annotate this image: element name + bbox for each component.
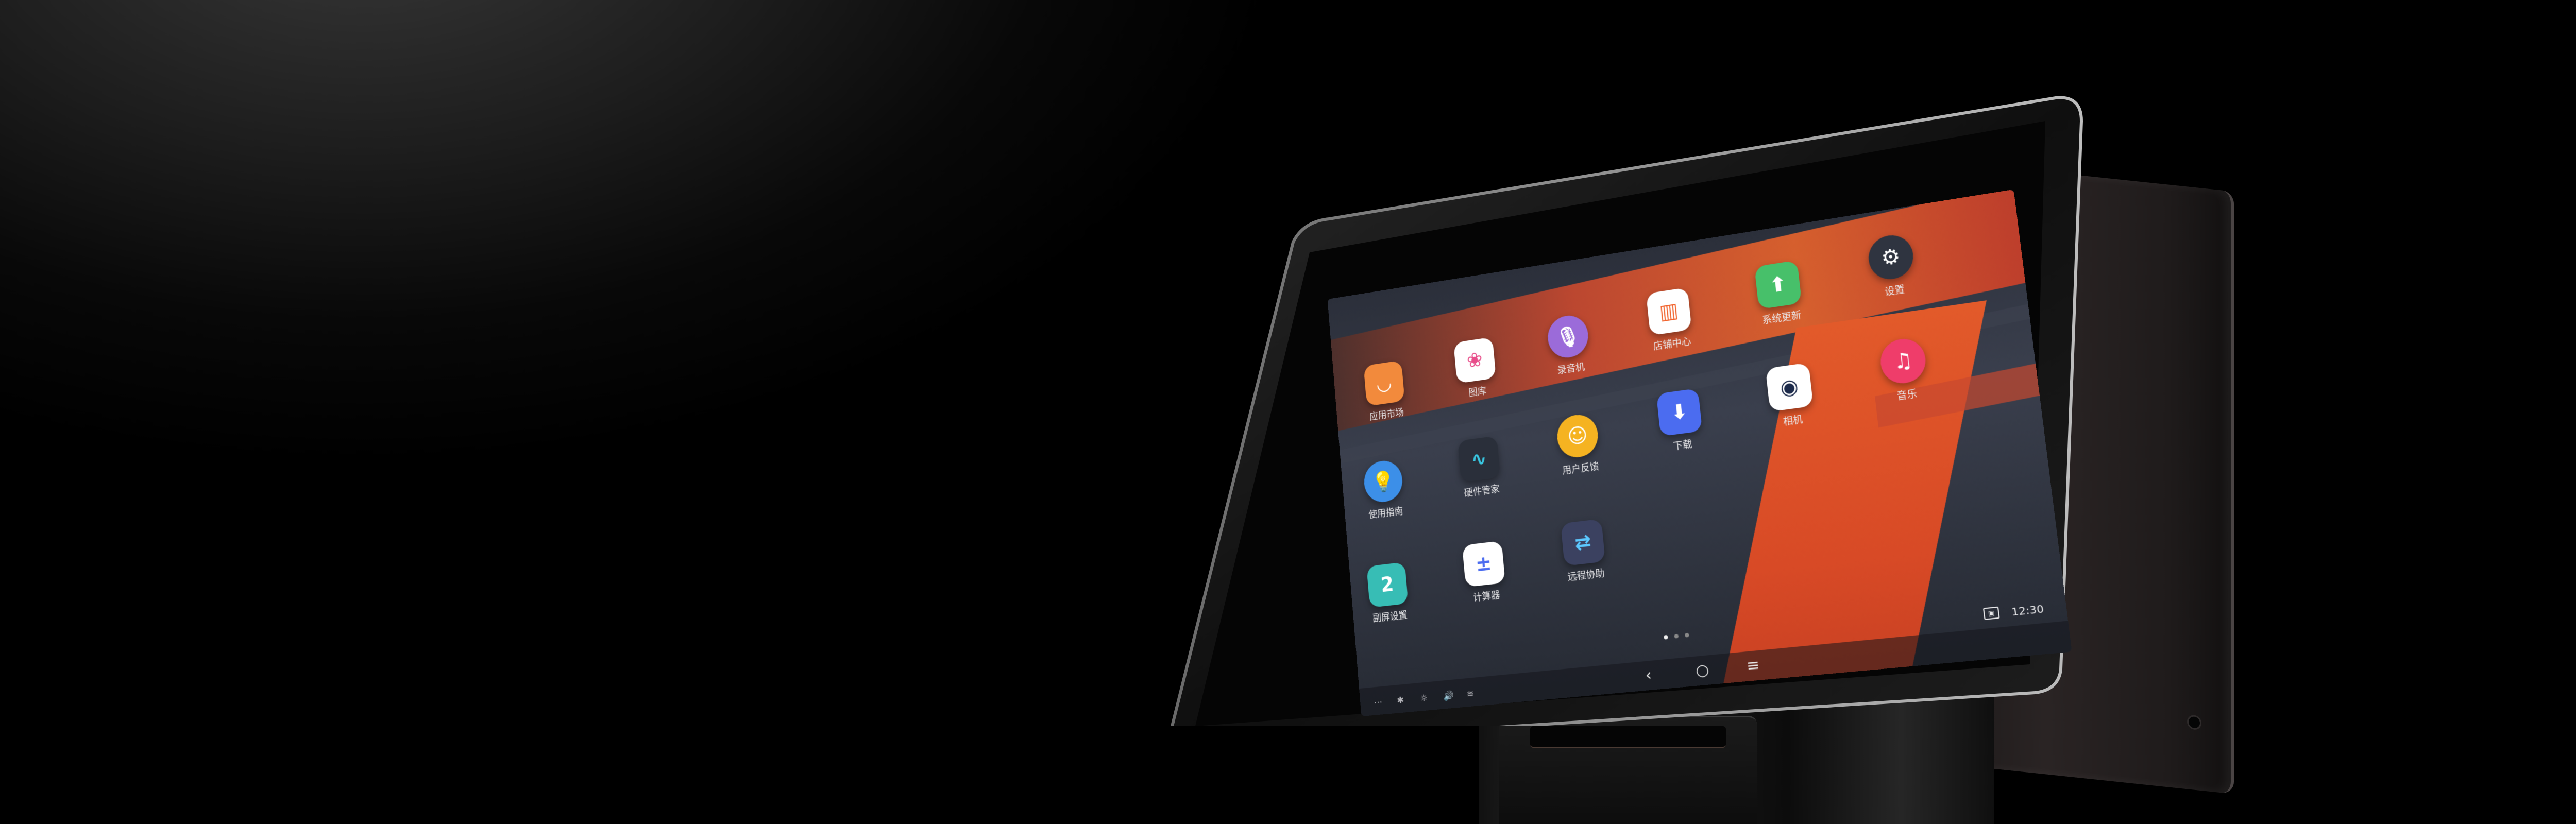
app-label: 使用指南 [1368, 505, 1404, 521]
app-app-store[interactable]: ◡ 应用市场 [1355, 359, 1414, 424]
home-button[interactable]: ○ [1694, 661, 1710, 681]
clock: 12:30 [2010, 602, 2045, 619]
app-music[interactable]: ♫ 音乐 [1869, 335, 1940, 406]
more-icon[interactable]: ⋯ [1374, 697, 1383, 708]
smiley-chat-icon: ☺ [1555, 412, 1600, 460]
app-calculator[interactable]: ± 计算器 [1454, 540, 1516, 606]
app-label: 副屏设置 [1372, 609, 1408, 625]
app-user-guide[interactable]: 💡 使用指南 [1354, 457, 1414, 522]
app-label: 应用市场 [1369, 407, 1404, 423]
app-label: 计算器 [1472, 589, 1501, 604]
app-label: 下载 [1672, 438, 1693, 453]
second-screen-icon: 2 [1366, 562, 1409, 608]
app-settings[interactable]: ⚙ 设置 [1857, 231, 1927, 302]
microphone-icon: 🎙 [1546, 313, 1590, 360]
lightbulb-icon: 💡 [1362, 458, 1404, 505]
app-camera[interactable]: ◉ 相机 [1756, 362, 1825, 431]
camera-icon: ◉ [1765, 363, 1814, 412]
back-button[interactable]: ‹ [1645, 666, 1652, 685]
app-hardware-manager[interactable]: ∿ 硬件管家 [1449, 435, 1511, 501]
storefront-icon: ▥ [1646, 287, 1692, 336]
music-note-icon: ♫ [1878, 336, 1928, 386]
download-icon: ⬇ [1656, 388, 1703, 437]
app-label: 硬件管家 [1463, 483, 1500, 499]
app-system-update[interactable]: ⬆ 系统更新 [1745, 259, 1813, 328]
page-dot [1685, 632, 1689, 638]
app-label: 用户反馈 [1562, 460, 1600, 477]
app-gallery[interactable]: ❀ 图库 [1445, 336, 1506, 402]
menu-button[interactable]: ≡ [1745, 656, 1760, 676]
page-dot [1674, 633, 1679, 639]
app-secondary-screen-settings[interactable]: 2 副屏设置 [1359, 561, 1418, 626]
app-store-icon: ◡ [1363, 360, 1405, 406]
app-store-center[interactable]: ▥ 店铺中心 [1637, 286, 1703, 354]
app-recorder[interactable]: 🎙 录音机 [1537, 312, 1600, 379]
app-remote-assist[interactable]: ⇄ 远程协助 [1552, 518, 1616, 585]
upload-arrow-icon: ⬆ [1754, 260, 1802, 310]
app-download[interactable]: ⬇ 下载 [1648, 387, 1714, 455]
wifi-icon[interactable]: ≋ [1466, 689, 1475, 700]
bluetooth-icon[interactable]: ✱ [1397, 695, 1404, 706]
pos-terminal: ◡ 应用市场 ❀ 图库 🎙 录音机 ▥ 店铺中心 ⬆ 系统更新 ⚙ 设置 💡 使… [1159, 77, 2267, 824]
main-display: ◡ 应用市场 ❀ 图库 🎙 录音机 ▥ 店铺中心 ⬆ 系统更新 ⚙ 设置 💡 使… [1159, 77, 2087, 726]
app-label: 远程协助 [1567, 568, 1605, 583]
calculator-icon: ± [1462, 540, 1505, 588]
pulse-icon: ∿ [1458, 436, 1501, 483]
gallery-icon: ❀ [1453, 337, 1496, 384]
printer-paper-slot [1530, 726, 1726, 748]
screen-cast-icon[interactable]: ▣ [1982, 606, 2000, 620]
gear-icon: ⚙ [1866, 232, 1916, 283]
app-feedback[interactable]: ☺ 用户反馈 [1547, 411, 1610, 478]
rear-camera-dot [2189, 716, 2200, 729]
remote-arrows-icon: ⇄ [1561, 519, 1606, 566]
volume-icon[interactable]: 🔊 [1443, 690, 1454, 701]
page-dot [1664, 634, 1668, 640]
page-indicator [1662, 629, 1692, 642]
brightness-icon[interactable]: ☼ [1419, 693, 1428, 704]
